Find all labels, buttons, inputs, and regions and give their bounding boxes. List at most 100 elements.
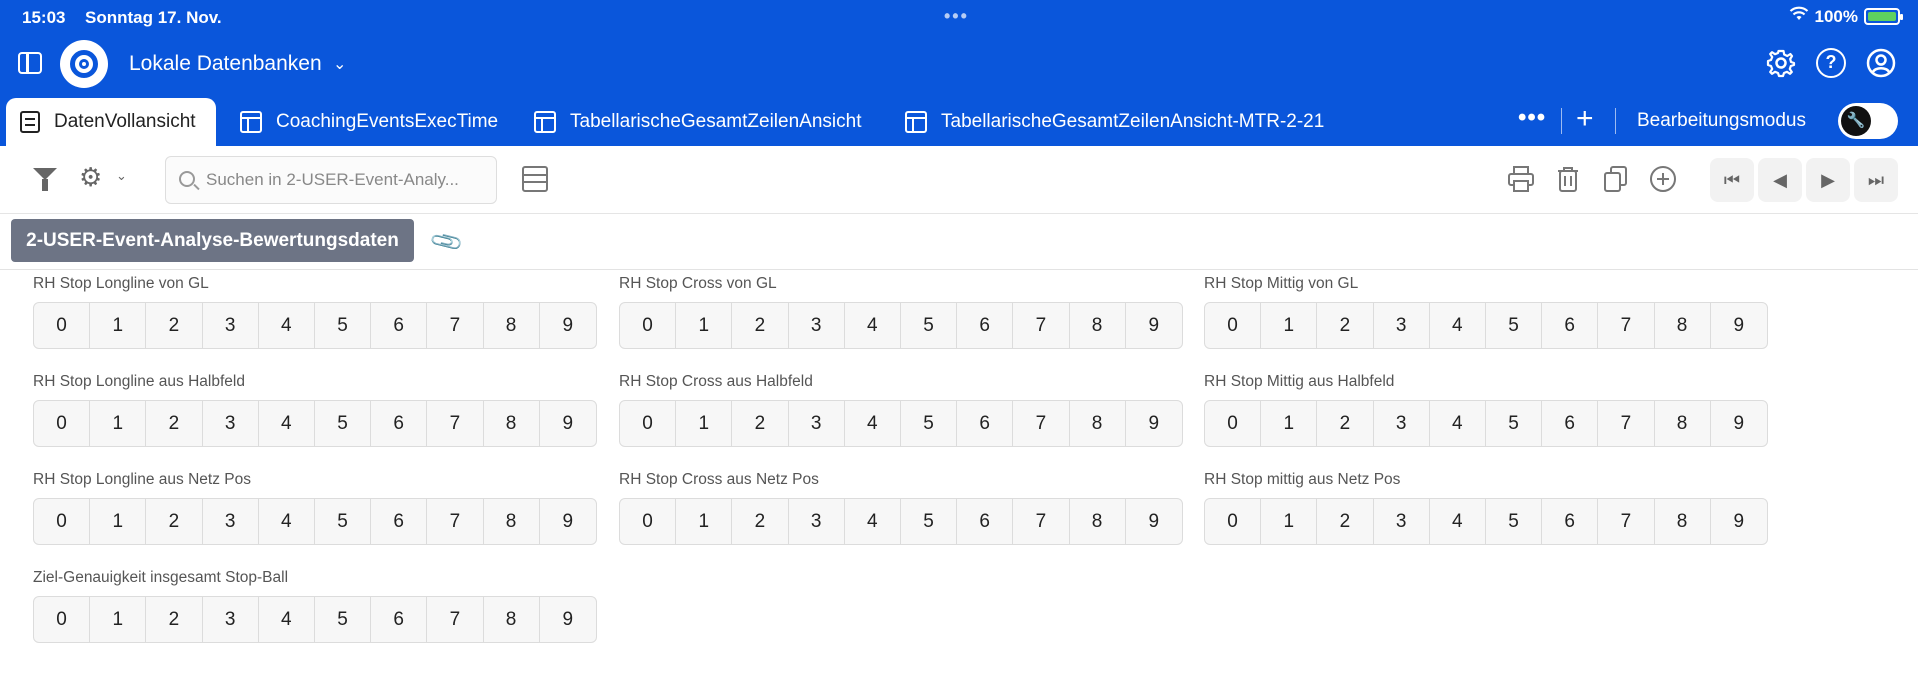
rating-option[interactable]: 1: [90, 401, 147, 446]
rating-option[interactable]: 6: [1542, 499, 1599, 544]
rating-option[interactable]: 1: [676, 303, 733, 348]
rating-option[interactable]: 0: [34, 499, 91, 544]
rating-option[interactable]: 7: [1013, 401, 1070, 446]
filter-icon[interactable]: [33, 168, 57, 191]
rating-option[interactable]: 3: [203, 597, 259, 642]
rating-option[interactable]: 9: [1711, 303, 1767, 348]
rating-option[interactable]: 3: [789, 303, 845, 348]
plus-icon[interactable]: +: [1576, 102, 1594, 136]
rating-option[interactable]: 7: [1598, 401, 1655, 446]
rating-option[interactable]: 1: [90, 303, 147, 348]
rating-option[interactable]: 4: [845, 401, 901, 446]
rating-option[interactable]: 2: [146, 499, 203, 544]
first-page-icon[interactable]: ⏮: [1710, 158, 1754, 202]
trash-icon[interactable]: [1552, 164, 1584, 202]
rating-option[interactable]: 9: [1711, 499, 1767, 544]
rating-option[interactable]: 1: [676, 499, 733, 544]
rating-option[interactable]: 8: [1655, 303, 1711, 348]
rating-option[interactable]: 9: [1711, 401, 1767, 446]
tab-tabellarischegesamtzeilenansicht[interactable]: TabellarischeGesamtZeilenAnsicht: [534, 98, 861, 146]
rating-option[interactable]: 8: [1070, 499, 1126, 544]
rating-option[interactable]: 2: [732, 401, 789, 446]
rating-option[interactable]: 5: [315, 597, 372, 642]
tab-datenvollansicht[interactable]: DatenVollansicht: [6, 98, 216, 146]
account-icon[interactable]: [1866, 48, 1896, 78]
rating-option[interactable]: 3: [1374, 401, 1430, 446]
prev-icon[interactable]: ◀: [1758, 158, 1802, 202]
rating-option[interactable]: 9: [540, 401, 596, 446]
rating-option[interactable]: 8: [1070, 401, 1126, 446]
sidebar-toggle-icon[interactable]: [18, 52, 42, 74]
rating-option[interactable]: 6: [957, 303, 1014, 348]
rating-option[interactable]: 4: [845, 499, 901, 544]
gear-icon[interactable]: [1766, 48, 1796, 78]
rating-option[interactable]: 7: [427, 597, 484, 642]
more-icon[interactable]: •••: [1518, 104, 1546, 132]
rating-option[interactable]: 6: [957, 401, 1014, 446]
rating-option[interactable]: 9: [540, 597, 596, 642]
rating-option[interactable]: 6: [371, 499, 428, 544]
help-icon[interactable]: ?: [1816, 48, 1846, 78]
database-selector-title[interactable]: Lokale Datenbanken: [129, 52, 322, 76]
layout-icon[interactable]: [522, 166, 548, 192]
rating-option[interactable]: 1: [90, 499, 147, 544]
rating-option[interactable]: 8: [1070, 303, 1126, 348]
rating-option[interactable]: 8: [1655, 401, 1711, 446]
rating-option[interactable]: 5: [315, 303, 372, 348]
rating-option[interactable]: 6: [1542, 401, 1599, 446]
rating-option[interactable]: 6: [371, 303, 428, 348]
chevron-down-icon[interactable]: ⌄: [333, 54, 346, 74]
rating-option[interactable]: 1: [90, 597, 147, 642]
rating-option[interactable]: 5: [901, 303, 958, 348]
rating-option[interactable]: 4: [1430, 303, 1486, 348]
rating-option[interactable]: 3: [1374, 499, 1430, 544]
rating-option[interactable]: 8: [484, 499, 540, 544]
rating-option[interactable]: 2: [1317, 401, 1374, 446]
rating-option[interactable]: 3: [789, 401, 845, 446]
tab-coachingeventsexectime[interactable]: CoachingEventsExecTime: [240, 98, 498, 146]
rating-option[interactable]: 4: [259, 303, 315, 348]
rating-option[interactable]: 0: [620, 303, 677, 348]
rating-option[interactable]: 0: [1205, 499, 1262, 544]
rating-option[interactable]: 9: [540, 303, 596, 348]
rating-option[interactable]: 2: [1317, 499, 1374, 544]
rating-option[interactable]: 5: [1486, 303, 1543, 348]
rating-option[interactable]: 2: [146, 401, 203, 446]
rating-option[interactable]: 9: [1126, 401, 1182, 446]
rating-option[interactable]: 1: [676, 401, 733, 446]
settings-gear-icon[interactable]: ⚙: [79, 164, 102, 190]
tab-tabellarischegesamtzeilenansicht-mtr[interactable]: TabellarischeGesamtZeilenAnsicht-MTR-2-2…: [905, 98, 1324, 146]
rating-option[interactable]: 2: [146, 597, 203, 642]
rating-option[interactable]: 7: [1013, 303, 1070, 348]
rating-option[interactable]: 0: [34, 303, 91, 348]
rating-option[interactable]: 5: [315, 499, 372, 544]
rating-option[interactable]: 2: [732, 303, 789, 348]
print-icon[interactable]: [1505, 164, 1537, 202]
rating-option[interactable]: 7: [427, 303, 484, 348]
rating-option[interactable]: 3: [789, 499, 845, 544]
next-icon[interactable]: ▶: [1806, 158, 1850, 202]
rating-option[interactable]: 2: [146, 303, 203, 348]
rating-option[interactable]: 4: [259, 499, 315, 544]
rating-option[interactable]: 5: [901, 401, 958, 446]
rating-option[interactable]: 6: [371, 597, 428, 642]
rating-option[interactable]: 0: [620, 401, 677, 446]
rating-option[interactable]: 2: [732, 499, 789, 544]
rating-option[interactable]: 8: [484, 597, 540, 642]
rating-option[interactable]: 7: [1013, 499, 1070, 544]
app-logo-icon[interactable]: [60, 40, 108, 88]
rating-option[interactable]: 4: [845, 303, 901, 348]
rating-option[interactable]: 4: [1430, 401, 1486, 446]
rating-option[interactable]: 2: [1317, 303, 1374, 348]
rating-option[interactable]: 5: [901, 499, 958, 544]
section-tab[interactable]: 2-USER-Event-Analyse-Bewertungsdaten: [11, 219, 414, 262]
rating-option[interactable]: 9: [540, 499, 596, 544]
rating-option[interactable]: 8: [484, 401, 540, 446]
search-input[interactable]: [206, 157, 491, 203]
rating-option[interactable]: 0: [1205, 303, 1262, 348]
rating-option[interactable]: 1: [1261, 303, 1318, 348]
rating-option[interactable]: 0: [620, 499, 677, 544]
rating-option[interactable]: 5: [315, 401, 372, 446]
rating-option[interactable]: 0: [34, 401, 91, 446]
rating-option[interactable]: 6: [371, 401, 428, 446]
